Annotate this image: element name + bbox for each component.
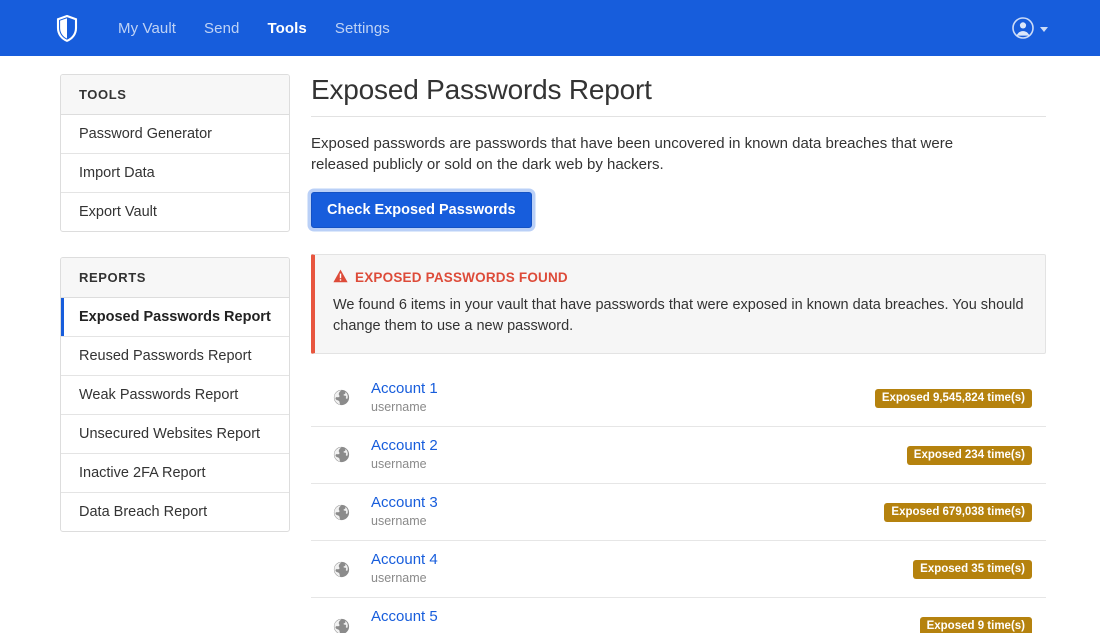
item-name-link[interactable]: Account 5 <box>371 608 920 626</box>
globe-icon <box>327 446 371 463</box>
sidebar-item-password-generator[interactable]: Password Generator <box>61 115 289 154</box>
tools-card: TOOLS Password Generator Import Data Exp… <box>60 74 290 232</box>
globe-icon <box>327 561 371 578</box>
report-description: Exposed passwords are passwords that hav… <box>311 135 954 174</box>
user-circle-icon <box>1012 17 1034 39</box>
status-badge: Exposed 679,038 time(s) <box>884 503 1032 523</box>
reports-card: REPORTS Exposed Passwords Report Reused … <box>60 257 290 532</box>
nav-link-settings[interactable]: Settings <box>321 14 404 43</box>
globe-icon <box>327 618 371 633</box>
table-row[interactable]: Account 5 username Exposed 9 time(s) <box>311 598 1046 633</box>
exposed-passwords-alert: EXPOSED PASSWORDS FOUND We found 6 items… <box>311 253 1046 354</box>
sidebar-link-exposed-passwords-report[interactable]: Exposed Passwords Report <box>61 298 289 336</box>
item-details: Account 3 username <box>371 494 884 530</box>
globe-icon <box>327 389 371 406</box>
check-exposed-passwords-button[interactable]: Check Exposed Passwords <box>311 191 532 228</box>
sidebar-link-inactive-2fa-report[interactable]: Inactive 2FA Report <box>61 454 289 492</box>
table-row[interactable]: Account 4 username Exposed 35 time(s) <box>311 541 1046 599</box>
sidebar-link-data-breach-report[interactable]: Data Breach Report <box>61 493 289 531</box>
nav-link-tools[interactable]: Tools <box>253 14 320 43</box>
sidebar-item-data-breach-report[interactable]: Data Breach Report <box>61 493 289 531</box>
item-username: username <box>371 628 920 633</box>
item-username: username <box>371 457 427 472</box>
sidebar-link-reused-passwords-report[interactable]: Reused Passwords Report <box>61 337 289 375</box>
brand-logo[interactable] <box>56 14 78 42</box>
item-name-link[interactable]: Account 1 <box>371 380 875 398</box>
main-content: Exposed Passwords Report Exposed passwor… <box>311 74 1046 633</box>
page-body: TOOLS Password Generator Import Data Exp… <box>0 56 1100 633</box>
table-row[interactable]: Account 2 username Exposed 234 time(s) <box>311 427 1046 484</box>
item-username: username <box>371 399 427 414</box>
nav-link-my-vault[interactable]: My Vault <box>104 14 190 43</box>
item-details: Account 4 username <box>371 551 913 587</box>
warning-triangle-icon <box>333 269 348 286</box>
chevron-down-icon <box>1040 26 1048 32</box>
account-menu-button[interactable] <box>1012 0 1048 56</box>
status-badge: Exposed 9 time(s) <box>919 617 1032 633</box>
primary-nav: My Vault Send Tools Settings <box>104 14 404 43</box>
item-details: Account 1 username <box>371 380 875 416</box>
sidebar-link-password-generator[interactable]: Password Generator <box>61 115 289 153</box>
title-divider <box>311 116 1046 117</box>
status-badge: Exposed 234 time(s) <box>906 445 1032 465</box>
sidebar-item-import-data[interactable]: Import Data <box>61 154 289 193</box>
tools-list: Password Generator Import Data Export Va… <box>61 115 289 231</box>
badge-wrapper: Exposed 9 time(s) <box>919 616 1040 633</box>
alert-title-text: EXPOSED PASSWORDS FOUND <box>355 269 568 285</box>
badge-wrapper: Exposed 234 time(s) <box>906 445 1040 465</box>
table-row[interactable]: Account 3 username Exposed 679,038 time(… <box>311 484 1046 542</box>
item-name-link[interactable]: Account 3 <box>371 494 884 512</box>
sidebar-item-export-vault[interactable]: Export Vault <box>61 193 289 231</box>
globe-icon <box>327 504 371 521</box>
sidebar-item-unsecured-websites-report[interactable]: Unsecured Websites Report <box>61 415 289 454</box>
tools-card-header: TOOLS <box>61 75 289 115</box>
exposed-items-list: Account 1 username Exposed 9,545,824 tim… <box>311 370 1046 633</box>
sidebar-link-import-data[interactable]: Import Data <box>61 154 289 192</box>
sidebar-link-unsecured-websites-report[interactable]: Unsecured Websites Report <box>61 415 289 453</box>
status-badge: Exposed 9,545,824 time(s) <box>874 388 1032 408</box>
badge-wrapper: Exposed 9,545,824 time(s) <box>874 388 1040 408</box>
item-username: username <box>371 514 427 529</box>
item-username: username <box>371 571 427 586</box>
reports-card-header: REPORTS <box>61 258 289 298</box>
page-title: Exposed Passwords Report <box>311 74 652 105</box>
shield-logo-icon <box>56 14 78 42</box>
alert-title-row: EXPOSED PASSWORDS FOUND <box>333 269 1027 286</box>
sidebar-link-weak-passwords-report[interactable]: Weak Passwords Report <box>61 376 289 414</box>
item-name-link[interactable]: Account 4 <box>371 551 913 569</box>
sidebar-item-reused-passwords-report[interactable]: Reused Passwords Report <box>61 337 289 376</box>
badge-wrapper: Exposed 679,038 time(s) <box>884 502 1040 523</box>
reports-list: Exposed Passwords Report Reused Password… <box>61 298 289 531</box>
item-name-link[interactable]: Account 2 <box>371 437 907 455</box>
status-badge: Exposed 35 time(s) <box>913 560 1032 580</box>
badge-wrapper: Exposed 35 time(s) <box>913 559 1040 580</box>
item-details: Account 5 username <box>371 608 920 633</box>
sidebar-item-exposed-passwords-report[interactable]: Exposed Passwords Report <box>61 298 289 337</box>
item-details: Account 2 username <box>371 437 907 473</box>
alert-body-text: We found 6 items in your vault that have… <box>333 296 1024 334</box>
sidebar: TOOLS Password Generator Import Data Exp… <box>60 74 290 633</box>
sidebar-item-weak-passwords-report[interactable]: Weak Passwords Report <box>61 376 289 415</box>
table-row[interactable]: Account 1 username Exposed 9,545,824 tim… <box>311 370 1046 427</box>
nav-link-send[interactable]: Send <box>190 14 253 43</box>
sidebar-item-inactive-2fa-report[interactable]: Inactive 2FA Report <box>61 454 289 493</box>
top-navbar: My Vault Send Tools Settings <box>0 0 1100 56</box>
sidebar-link-export-vault[interactable]: Export Vault <box>61 193 289 231</box>
